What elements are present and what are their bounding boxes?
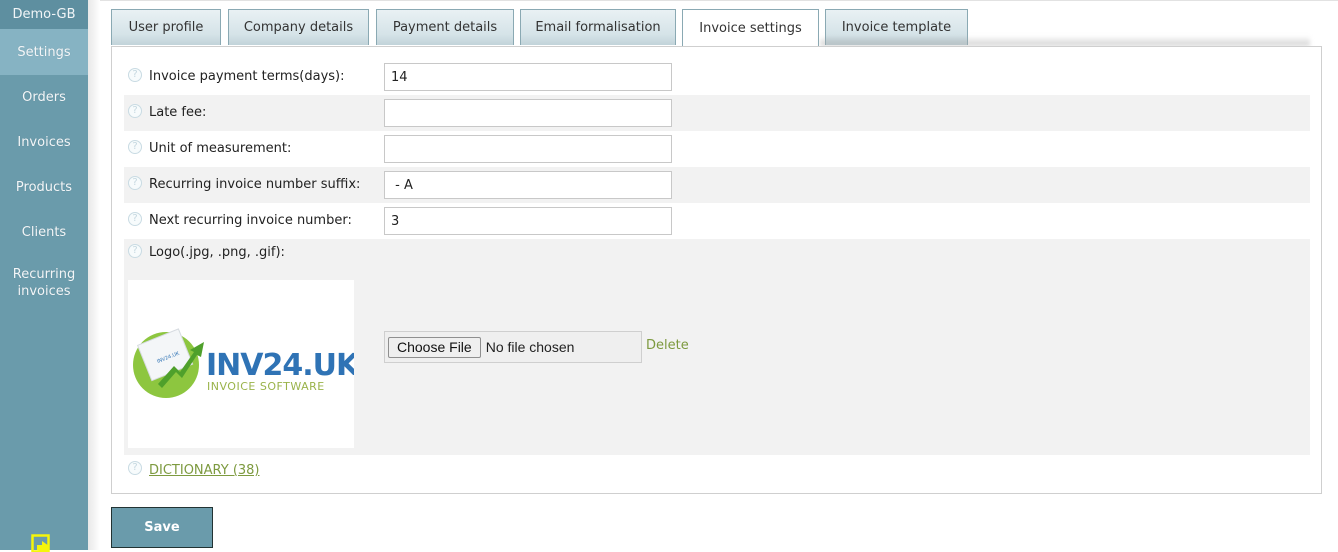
help-icon[interactable]: ?: [128, 140, 142, 154]
unit-of-measurement-row: ? Unit of measurement:: [124, 131, 1310, 167]
choose-file-button[interactable]: Choose File: [388, 336, 481, 358]
late-fee-row: ? Late fee:: [124, 95, 1310, 131]
next-recurring-number-input[interactable]: [384, 207, 672, 235]
logo-tagline-text: INVOICE SOFTWARE: [207, 380, 325, 393]
sidebar-item-products[interactable]: Products: [0, 165, 88, 210]
logout-icon[interactable]: [31, 534, 53, 552]
recurring-suffix-input[interactable]: [384, 171, 672, 199]
file-status-text: No file chosen: [485, 339, 575, 355]
tab-payment-details[interactable]: Payment details: [376, 9, 514, 45]
tab-company-details[interactable]: Company details: [228, 9, 369, 45]
next-recurring-number-label: Next recurring invoice number:: [149, 213, 352, 228]
top-divider: [88, 0, 1338, 1]
panel-shadow: [820, 36, 1310, 46]
help-icon[interactable]: ?: [128, 68, 142, 82]
tab-invoice-settings[interactable]: Invoice settings: [682, 9, 819, 46]
logo-preview: INV24.UK INV24.UK INVOICE SOFTWARE: [128, 280, 362, 448]
help-icon[interactable]: ?: [128, 104, 142, 118]
account-name[interactable]: Demo-GB: [0, 0, 88, 29]
sidebar-item-orders[interactable]: Orders: [0, 75, 88, 120]
delete-logo-link[interactable]: Delete: [646, 338, 689, 353]
payment-terms-label: Invoice payment terms(days):: [149, 69, 345, 84]
logo-file-input[interactable]: Choose File No file chosen: [384, 331, 642, 363]
help-icon[interactable]: ?: [128, 461, 142, 475]
dictionary-link[interactable]: DICTIONARY (38): [149, 463, 260, 478]
next-recurring-number-row: ? Next recurring invoice number:: [124, 203, 1310, 239]
invoice-settings-panel: ? Invoice payment terms(days): ? Late fe…: [111, 46, 1322, 494]
sidebar-item-label: Recurring invoices: [12, 267, 76, 299]
tab-user-profile[interactable]: User profile: [111, 9, 221, 45]
help-icon[interactable]: ?: [128, 212, 142, 226]
late-fee-input[interactable]: [384, 99, 672, 127]
late-fee-label: Late fee:: [149, 105, 207, 120]
unit-of-measurement-label: Unit of measurement:: [149, 141, 292, 156]
payment-terms-row: ? Invoice payment terms(days):: [124, 59, 1310, 95]
recurring-suffix-row: ? Recurring invoice number suffix:: [124, 167, 1310, 203]
sidebar: Demo-GB Settings Orders Invoices Product…: [0, 0, 88, 552]
help-icon[interactable]: ?: [128, 244, 142, 258]
unit-of-measurement-input[interactable]: [384, 135, 672, 163]
tab-email-formalisation[interactable]: Email formalisation: [520, 9, 676, 45]
recurring-suffix-label: Recurring invoice number suffix:: [149, 177, 361, 192]
sidebar-item-recurring-invoices[interactable]: Recurring invoices: [0, 255, 88, 311]
logo-label: Logo(.jpg, .png, .gif):: [149, 245, 285, 260]
help-icon[interactable]: ?: [128, 176, 142, 190]
sidebar-item-settings[interactable]: Settings: [0, 29, 88, 75]
sidebar-item-clients[interactable]: Clients: [0, 210, 88, 255]
payment-terms-input[interactable]: [384, 63, 672, 91]
company-logo-image: INV24.UK INV24.UK INVOICE SOFTWARE: [133, 328, 362, 398]
sidebar-shadow: [88, 0, 100, 550]
sidebar-item-invoices[interactable]: Invoices: [0, 120, 88, 165]
dictionary-row: ? DICTIONARY (38): [124, 457, 524, 487]
logo-brand-text: INV24.UK: [206, 348, 354, 383]
logo-row: ? Logo(.jpg, .png, .gif): INV24.UK INV24…: [124, 239, 1310, 455]
save-button[interactable]: Save: [111, 507, 213, 548]
